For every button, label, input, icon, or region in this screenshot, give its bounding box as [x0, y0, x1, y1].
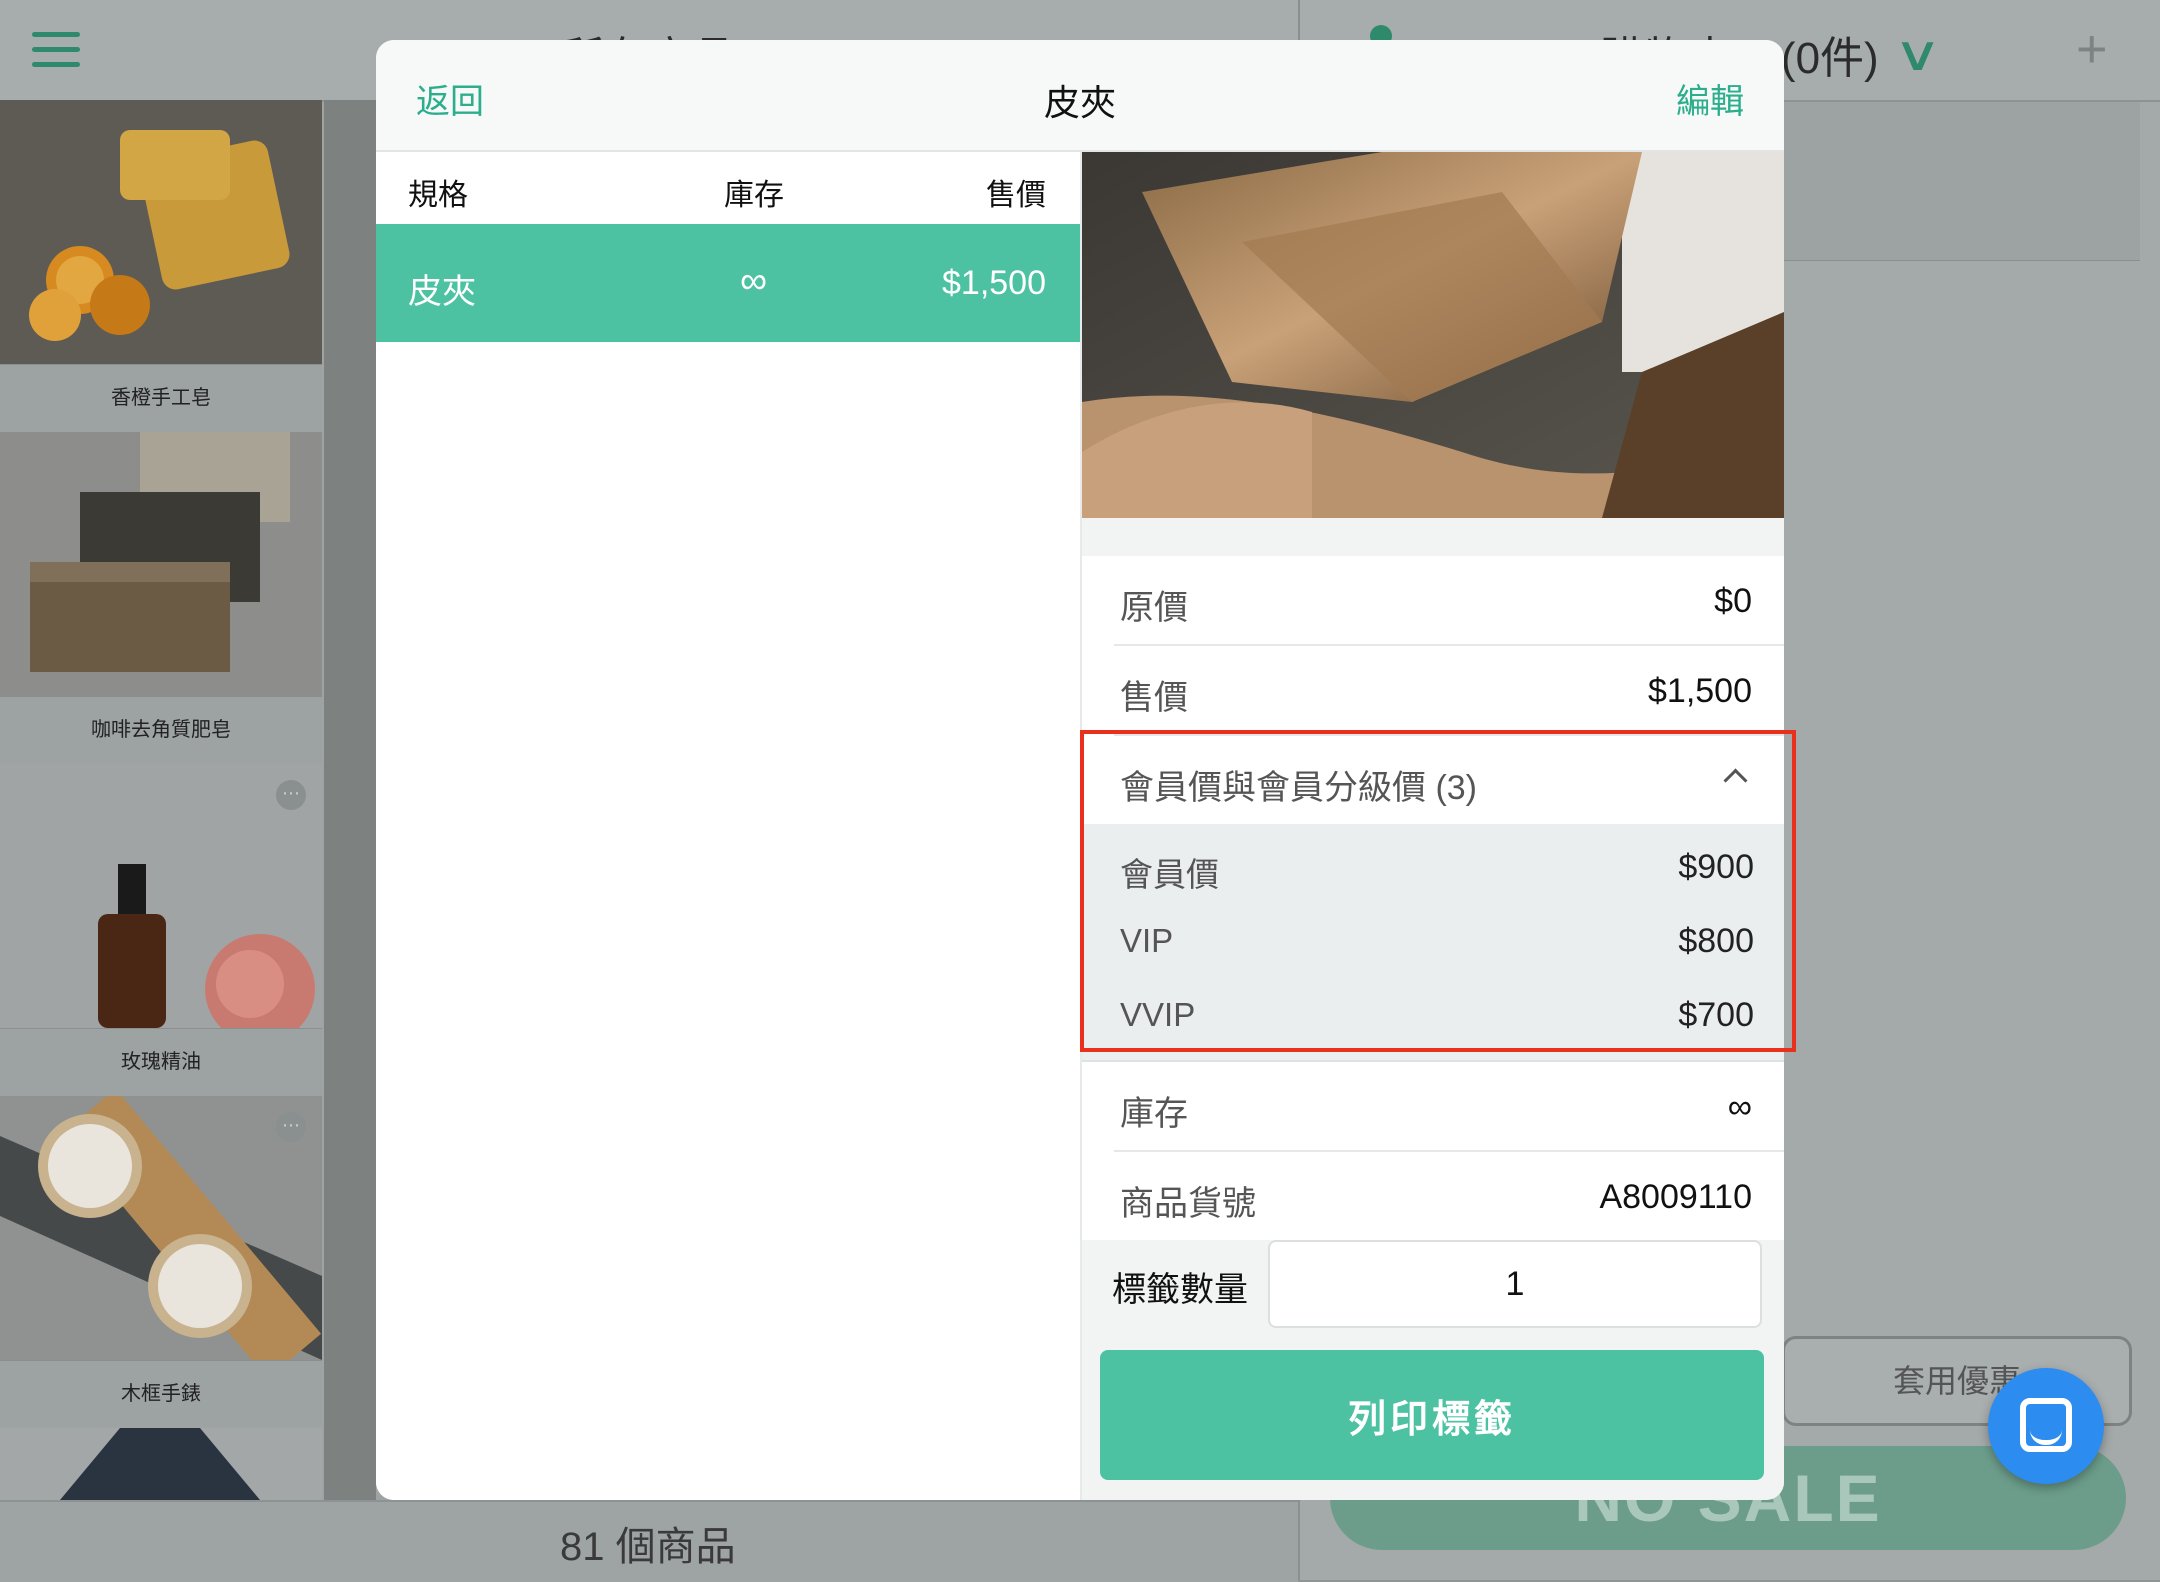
sku-row: 商品貨號 A8009110 — [1114, 1152, 1784, 1240]
product-tile[interactable] — [0, 1428, 322, 1500]
chevron-up-icon[interactable] — [1723, 768, 1748, 793]
menu-icon[interactable] — [32, 32, 80, 68]
tier-row-member: 會員價 $900 — [1120, 830, 1784, 904]
original-price-row: 原價 $0 — [1114, 556, 1784, 646]
sale-price-value: $1,500 — [1648, 672, 1752, 710]
sku-value: A8009110 — [1599, 1178, 1752, 1216]
tier-row-vip: VIP $800 — [1120, 904, 1784, 978]
member-tier-header[interactable]: 會員價與會員分級價 (3) — [1114, 736, 1784, 824]
spec-table-header: 規格 庫存 售價 — [376, 152, 1080, 224]
product-grid-column — [324, 100, 376, 1500]
product-photo — [1082, 152, 1784, 518]
tier-price: $800 — [1678, 922, 1754, 960]
price-column-header: 售價 — [986, 179, 1046, 212]
spec-list: 規格 庫存 售價 皮夾 ∞ $1,500 — [376, 152, 1082, 1500]
tier-price: $900 — [1678, 848, 1754, 886]
spec-name: 皮夾 — [408, 273, 476, 311]
stock-column-header: 庫存 — [724, 179, 784, 212]
print-label-button[interactable]: 列印標籤 — [1100, 1350, 1764, 1480]
sale-price-row: 售價 $1,500 — [1114, 646, 1784, 736]
stock-value: ∞ — [1727, 1088, 1752, 1126]
back-button[interactable]: 返回 — [416, 74, 484, 123]
tier-row-vvip: VVIP $700 — [1120, 978, 1784, 1052]
member-tier-list: 會員價 $900 VIP $800 VVIP $700 — [1082, 824, 1784, 1062]
original-price-value: $0 — [1714, 582, 1752, 620]
spec-row-selected[interactable]: 皮夾 ∞ $1,500 — [376, 224, 1080, 342]
add-cart-icon[interactable]: + — [2076, 18, 2108, 80]
product-name: 香橙手工皂 — [0, 364, 322, 431]
label-qty-label: 標籤數量 — [1112, 1271, 1248, 1309]
modal-header: 皮夾 返回 編輯 — [376, 40, 1784, 152]
sale-price-label: 售價 — [1120, 679, 1188, 717]
original-price-label: 原價 — [1120, 589, 1188, 627]
tier-price: $700 — [1678, 996, 1754, 1034]
modal-title: 皮夾 — [1043, 82, 1116, 123]
product-count: 81 個商品 — [560, 1525, 736, 1569]
chevron-down-icon[interactable]: ∨ — [1893, 26, 1942, 82]
jacket-image — [0, 1428, 322, 1500]
chat-icon[interactable] — [1988, 1368, 2104, 1484]
product-tile[interactable]: 咖啡去角質肥皂 — [0, 432, 322, 763]
label-qty-input[interactable] — [1268, 1240, 1762, 1328]
wooden-watch-image — [0, 1096, 322, 1360]
product-tile[interactable]: ⋯ 木框手錶 — [0, 1096, 322, 1427]
stock-row: 庫存 ∞ — [1114, 1062, 1784, 1152]
tier-label: VVIP — [1120, 996, 1196, 1033]
soap-orange-image — [0, 100, 322, 364]
spec-column-header: 規格 — [408, 179, 468, 212]
member-tier-label: 會員價與會員分級價 (3) — [1120, 769, 1477, 807]
spec-stock: ∞ — [740, 260, 768, 302]
product-name: 木框手錶 — [0, 1360, 322, 1427]
more-options-icon[interactable]: ⋯ — [276, 1112, 306, 1142]
product-tile[interactable]: ⋯ 玫瑰精油 — [0, 764, 322, 1095]
soap-coffee-image — [0, 432, 322, 696]
tier-label: VIP — [1120, 922, 1174, 959]
product-name: 咖啡去角質肥皂 — [0, 696, 322, 763]
stock-label: 庫存 — [1120, 1095, 1188, 1133]
edit-button[interactable]: 編輯 — [1676, 74, 1744, 123]
sku-label: 商品貨號 — [1120, 1185, 1256, 1223]
product-name: 玫瑰精油 — [0, 1028, 322, 1095]
tier-label: 會員價 — [1120, 856, 1219, 893]
more-options-icon[interactable]: ⋯ — [276, 780, 306, 810]
price-info-list: 原價 $0 售價 $1,500 會員價與會員分級價 (3) 會員價 $900 V… — [1082, 556, 1784, 1240]
product-tile[interactable]: 香橙手工皂 — [0, 100, 322, 431]
spec-price: $1,500 — [942, 264, 1046, 302]
rose-oil-image — [0, 764, 322, 1028]
